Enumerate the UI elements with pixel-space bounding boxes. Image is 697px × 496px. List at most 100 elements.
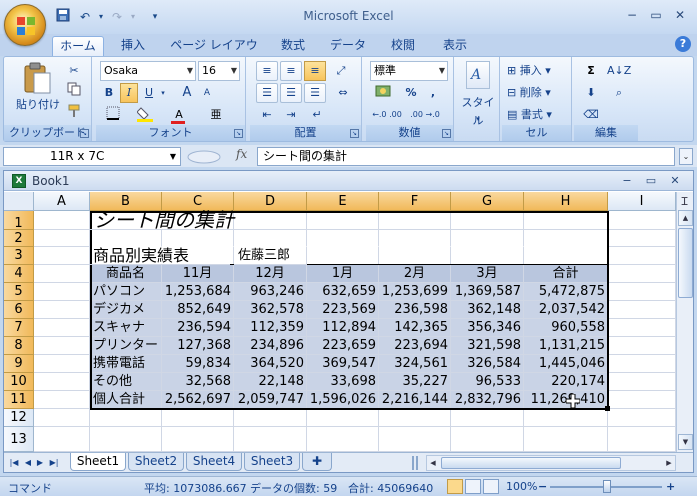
clipboard-launcher-icon[interactable]: ↘ [80,129,89,138]
borders-icon[interactable] [100,105,126,125]
name-box[interactable]: 11R x 7C ▼ [3,147,181,166]
align-bottom-icon[interactable]: ≡ [304,61,326,81]
value-cell[interactable]: 5,472,875 [524,283,608,301]
row-header-11[interactable]: 11 [4,391,34,409]
value-cell[interactable]: 1,131,215 [524,337,608,355]
cell-i4[interactable] [608,265,676,283]
insert-sheet-icon[interactable]: ✚ [302,453,332,471]
value-cell[interactable]: 364,520 [234,355,307,373]
cell-h12[interactable] [524,409,608,427]
cell-i11[interactable] [608,391,676,409]
table-header-cell[interactable]: 商品名 [90,265,162,283]
product-name-cell[interactable]: その他 [90,373,162,391]
insert-function-button[interactable]: fx [236,147,247,161]
value-cell[interactable]: 963,246 [234,283,307,301]
tab-home[interactable]: ホーム [52,36,104,56]
office-button[interactable] [4,4,46,46]
cell-c2[interactable] [162,230,234,247]
value-cell[interactable]: 33,698 [307,373,379,391]
cell-f2[interactable] [379,230,451,247]
product-name-cell[interactable]: スキャナ [90,319,162,337]
cell-i7[interactable] [608,319,676,337]
product-name-cell[interactable]: 携帯電話 [90,355,162,373]
sheet-tab-sheet3[interactable]: Sheet3 [244,453,300,471]
value-cell[interactable]: 1,596,026 [307,391,379,409]
cell-d2[interactable] [234,230,307,247]
value-cell[interactable]: 632,659 [307,283,379,301]
help-icon[interactable]: ? [675,36,691,52]
copy-icon[interactable] [64,81,84,101]
table-header-cell[interactable]: 合計 [524,265,608,283]
cell-e12[interactable] [307,409,379,427]
expand-formula-bar-button[interactable]: ⌄ [679,148,693,165]
cell-a6[interactable] [34,301,90,319]
table-header-cell[interactable]: 11月 [162,265,234,283]
underline-button[interactable]: U [140,83,158,103]
cell-a10[interactable] [34,373,90,391]
workbook-restore-button[interactable]: ▭ [642,173,660,189]
font-launcher-icon[interactable]: ↘ [234,129,243,138]
column-header-e[interactable]: E [307,192,379,211]
delete-cells-button[interactable]: ⊟ 削除 ▾ [504,83,564,103]
value-cell[interactable]: 223,659 [307,337,379,355]
last-sheet-icon[interactable]: ▶| [48,456,60,470]
row-header-13[interactable]: 13 [4,427,34,452]
cell-h2[interactable] [524,230,608,247]
cell-i5[interactable] [608,283,676,301]
value-cell[interactable]: 22,148 [234,373,307,391]
align-top-icon[interactable]: ≡ [256,61,278,81]
cell-f12[interactable] [379,409,451,427]
product-name-cell[interactable]: パソコン [90,283,162,301]
number-launcher-icon[interactable]: ↘ [442,129,451,138]
cell-d12[interactable] [234,409,307,427]
cell-f13[interactable] [379,427,451,452]
align-middle-icon[interactable]: ≡ [280,61,302,81]
normal-view-icon[interactable] [447,479,463,494]
value-cell[interactable]: 369,547 [307,355,379,373]
cell-h3[interactable] [524,247,608,265]
shrink-font-button[interactable]: A [198,83,216,103]
cell-b2[interactable] [90,230,162,247]
table-header-cell[interactable]: 1月 [307,265,379,283]
author-cell[interactable]: 佐藤三郎 [234,247,307,265]
percent-style-button[interactable]: % [402,83,420,103]
cell-a9[interactable] [34,355,90,373]
value-cell[interactable]: 59,834 [162,355,234,373]
value-cell[interactable]: 223,569 [307,301,379,319]
row-header-10[interactable]: 10 [4,373,34,391]
cell-g3[interactable] [451,247,524,265]
scroll-down-icon[interactable]: ▼ [678,434,693,450]
value-cell[interactable]: 2,562,697 [162,391,234,409]
cell-b12[interactable] [90,409,162,427]
sheet-title-cell[interactable]: シート間の集計 [90,210,390,230]
row-header-4[interactable]: 4 [4,265,34,283]
value-cell[interactable]: 236,598 [379,301,451,319]
row-header-3[interactable]: 3 [4,247,34,265]
scroll-right-icon[interactable]: ▶ [663,456,675,470]
horizontal-scroll-thumb[interactable] [441,457,621,469]
align-left-icon[interactable]: ☰ [256,83,278,103]
value-cell[interactable]: 35,227 [379,373,451,391]
cell-a13[interactable] [34,427,90,452]
fill-handle[interactable] [605,406,610,411]
value-cell[interactable]: 127,368 [162,337,234,355]
cell-i10[interactable] [608,373,676,391]
paste-icon[interactable] [20,61,54,95]
row-header-1[interactable]: 1 [4,211,34,230]
value-cell[interactable]: 960,558 [524,319,608,337]
value-cell[interactable]: 362,578 [234,301,307,319]
value-cell[interactable]: 112,359 [234,319,307,337]
phonetic-guide-button[interactable]: 亜 [204,105,228,125]
product-name-cell[interactable]: 個人合計 [90,391,162,409]
cell-a1[interactable] [34,211,90,230]
grow-font-button[interactable]: A [178,83,196,103]
sort-filter-icon[interactable]: A↓Z [606,61,632,81]
column-header-h[interactable]: H [524,192,608,211]
cell-e13[interactable] [307,427,379,452]
value-cell[interactable]: 32,568 [162,373,234,391]
formula-input[interactable]: シート間の集計 [257,147,675,166]
cell-g12[interactable] [451,409,524,427]
row-header-9[interactable]: 9 [4,355,34,373]
underline-dropdown-icon[interactable]: ▾ [158,83,168,103]
value-cell[interactable]: 112,894 [307,319,379,337]
